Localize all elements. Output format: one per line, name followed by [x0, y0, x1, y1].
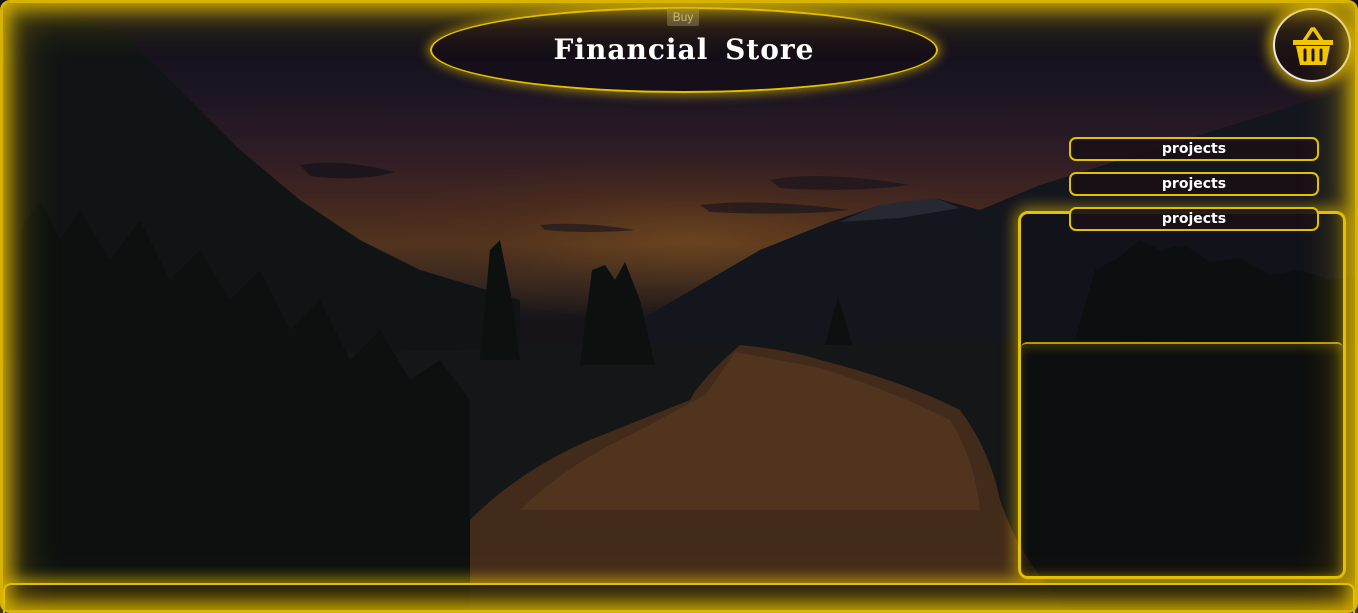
- nav-button-projects-2[interactable]: projects: [1069, 172, 1319, 196]
- page-title: Financial Store: [553, 33, 815, 66]
- cart-button[interactable]: [1273, 8, 1351, 82]
- basket-icon: [1293, 27, 1333, 65]
- side-panel-content: [1021, 342, 1343, 576]
- nav-button-projects-3[interactable]: projects: [1069, 207, 1319, 231]
- nav-button-projects-1[interactable]: projects: [1069, 137, 1319, 161]
- footer-bar: [3, 583, 1355, 613]
- buy-tab[interactable]: Buy: [667, 8, 699, 26]
